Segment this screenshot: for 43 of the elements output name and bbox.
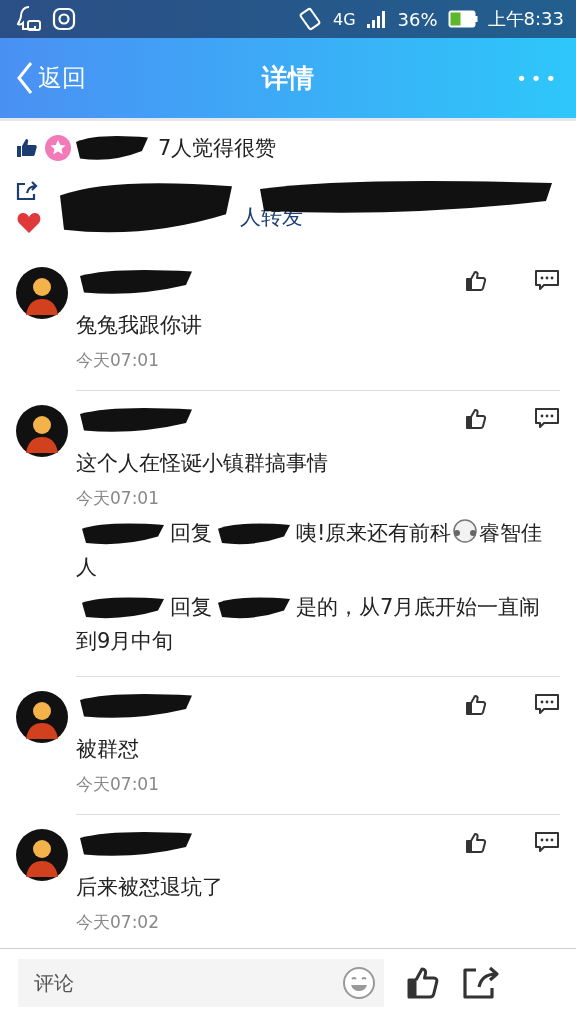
- share-icon[interactable]: [462, 965, 500, 1000]
- comment-icon[interactable]: [534, 831, 560, 853]
- signal-icon: [365, 9, 388, 29]
- back-icon: [16, 60, 34, 96]
- thumbs-up-icon[interactable]: [464, 831, 488, 855]
- comment-icon[interactable]: [534, 407, 560, 429]
- comment-icon[interactable]: [534, 693, 560, 715]
- comment-time: 今天07:01: [76, 349, 160, 372]
- battery-icon: [447, 10, 478, 28]
- comment-text: 兔兔我跟你讲: [76, 312, 203, 339]
- comment-time: 今天07:01: [76, 773, 160, 796]
- thumbs-up-icon[interactable]: [464, 693, 488, 717]
- heart-icon: [16, 211, 42, 235]
- comment-text: 被群怼: [76, 736, 140, 763]
- avatar[interactable]: [16, 829, 68, 881]
- thumbs-up-icon: [16, 137, 38, 159]
- avatar[interactable]: [16, 405, 68, 457]
- camera-app-icon: [52, 7, 76, 31]
- comment-text: 这个人在怪诞小镇群搞事情: [76, 450, 329, 477]
- comment-text: 后来被怼退坑了: [76, 874, 224, 901]
- thumbs-up-icon[interactable]: [464, 407, 488, 431]
- share-icon: [16, 181, 38, 201]
- chat-app-icon: [16, 5, 42, 33]
- battery-percent: 36%: [397, 8, 438, 30]
- page-title: 详情: [260, 61, 315, 95]
- thumbs-up-icon[interactable]: [464, 269, 488, 293]
- comment-field[interactable]: 评论: [18, 958, 384, 1007]
- back-button[interactable]: 返回: [16, 60, 136, 96]
- likes-text: 7人觉得很赞: [158, 135, 277, 162]
- star-badge-icon: [44, 134, 72, 162]
- avatar[interactable]: [16, 691, 68, 743]
- reply-text: 回复 咦!原来还有前科 睿智佳人: [76, 516, 560, 584]
- more-button[interactable]: •••: [440, 67, 560, 89]
- vibrate-icon: [297, 6, 323, 32]
- clock: 上午8:33: [487, 7, 564, 31]
- reply-text: 回复 是的，从7月底开始一直闹到9月中旬: [76, 594, 542, 655]
- comment-icon[interactable]: [534, 269, 560, 291]
- comment-time: 今天07:01: [76, 487, 160, 510]
- thumbs-up-icon[interactable]: [406, 965, 440, 1000]
- comment-time: 今天07:02: [76, 911, 160, 934]
- emoji-icon[interactable]: [342, 965, 376, 1000]
- avatar[interactable]: [16, 267, 68, 319]
- network-type: 4G: [333, 9, 356, 29]
